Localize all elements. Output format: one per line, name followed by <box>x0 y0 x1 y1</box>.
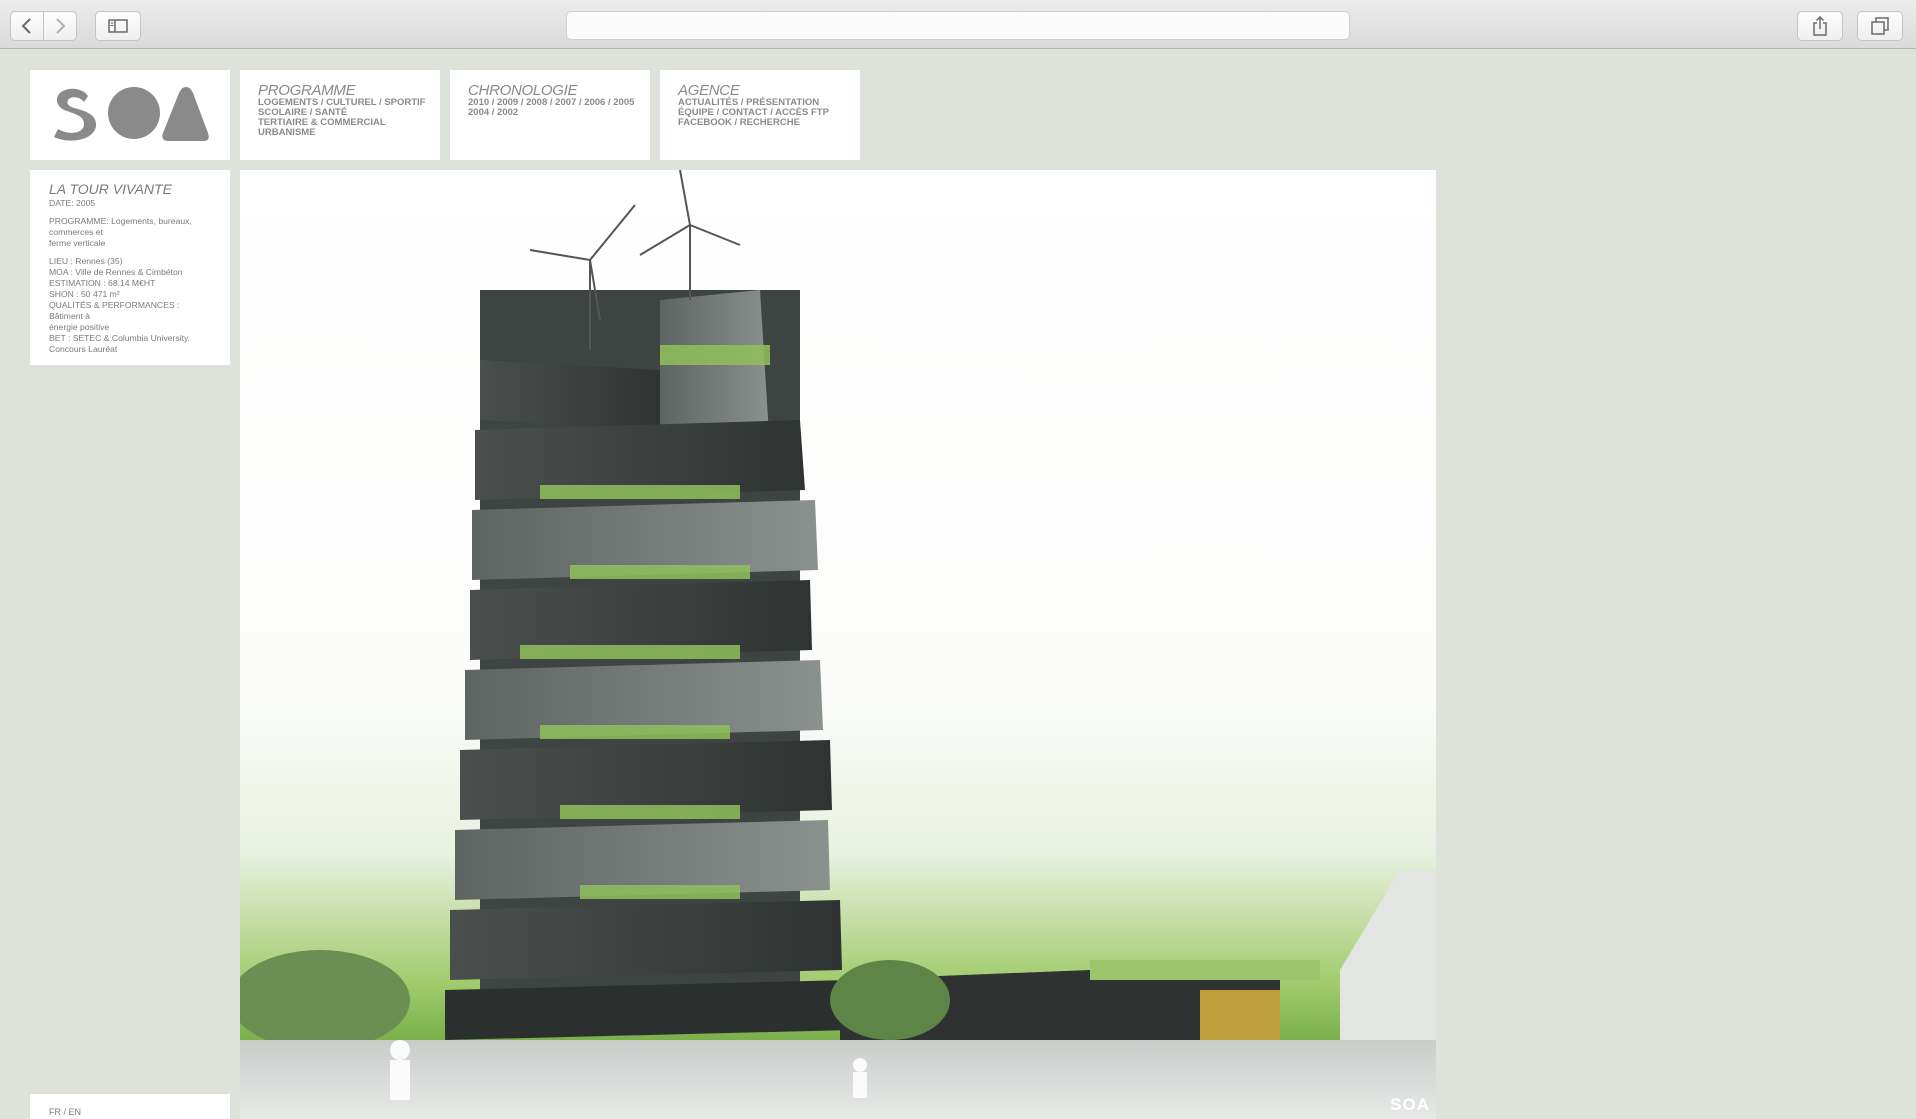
share-button[interactable] <box>1797 11 1843 41</box>
hero-soa-watermark: SOA <box>1390 1095 1430 1114</box>
nav-programme-title[interactable]: PROGRAMME <box>258 83 422 98</box>
project-programme-line: commerces et <box>49 227 103 237</box>
trees-left <box>240 950 410 1050</box>
project-detail: LIEU : Rennes (35) <box>49 256 123 266</box>
plaza <box>240 1040 1436 1119</box>
forward-button[interactable] <box>43 11 77 41</box>
project-detail: énergie positive <box>49 322 110 332</box>
nav-programme-panel: PROGRAMME LOGEMENTS / CULTUREL / SPORTIF… <box>240 70 440 160</box>
nav-programme-line[interactable]: URBANISME <box>258 128 422 138</box>
project-info-panel: LA TOUR VIVANTE DATE: 2005 PROGRAMME: Lo… <box>30 170 230 365</box>
project-title: LA TOUR VIVANTE <box>49 181 172 197</box>
project-detail: QUALITÉS & PERFORMANCES : Bâtiment à <box>49 300 180 321</box>
project-programme-line: ferme verticale <box>49 238 106 248</box>
logo-panel[interactable] <box>30 70 230 160</box>
project-detail: BET : SETEC & Columbia University. <box>49 333 191 343</box>
nav-chronologie-panel: CHRONOLOGIE 2010 / 2009 / 2008 / 2007 / … <box>450 70 650 160</box>
project-hero-image: SOA <box>240 170 1436 1119</box>
chevron-left-icon <box>21 18 33 34</box>
soa-logo[interactable] <box>50 84 210 147</box>
soa-logo-glyphs <box>50 86 210 146</box>
tabs-icon <box>1871 17 1889 35</box>
nav-chronologie-title[interactable]: CHRONOLOGIE <box>468 83 632 98</box>
project-programme-line: PROGRAMME: Logements, bureaux, <box>49 216 192 226</box>
back-button[interactable] <box>10 11 44 41</box>
project-detail: SHON : 50 471 m² <box>49 289 120 299</box>
browser-toolbar <box>0 0 1916 49</box>
address-bar[interactable] <box>566 11 1350 40</box>
nav-agence-title[interactable]: AGENCE <box>678 83 842 98</box>
project-detail: ESTIMATION : 68.14 M€HT <box>49 278 156 288</box>
nav-agence-line[interactable]: FACEBOOK / RECHERCHE <box>678 118 842 128</box>
nav-chronologie-line[interactable]: 2004 / 2002 <box>468 108 632 118</box>
tower-rendering <box>240 170 1436 1119</box>
language-panel: FR / EN <box>30 1094 230 1119</box>
show-tabs-button[interactable] <box>1857 11 1903 41</box>
sidebar-toggle-button[interactable] <box>95 11 141 41</box>
project-detail: MOA : Ville de Rennes & Cimbéton <box>49 267 183 277</box>
sidebar-icon <box>108 19 128 33</box>
project-detail: Concours Lauréat <box>49 344 118 354</box>
nav-agence-panel: AGENCE ACTUALITÉS / PRÉSENTATION ÉQUIPE … <box>660 70 860 160</box>
language-switch[interactable]: FR / EN <box>49 1107 81 1117</box>
trees-right <box>830 960 950 1040</box>
share-icon <box>1812 16 1828 36</box>
project-date: DATE: 2005 <box>49 198 96 208</box>
chevron-right-icon <box>54 18 66 34</box>
